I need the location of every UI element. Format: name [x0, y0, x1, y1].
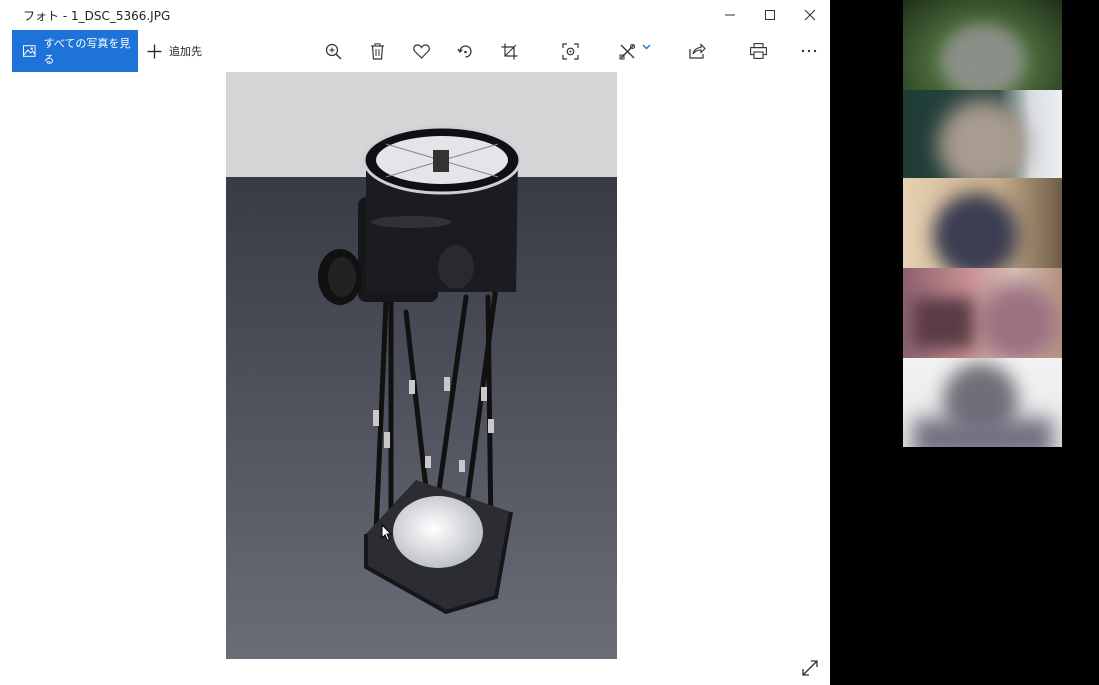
minimize-icon	[725, 14, 735, 16]
zoom-in-icon	[325, 43, 341, 59]
window-title: フォト - 1_DSC_5366.JPG	[23, 8, 171, 23]
participant-tile[interactable]	[903, 358, 1062, 447]
fullscreen-button[interactable]	[798, 656, 822, 680]
photo-viewer[interactable]	[12, 72, 830, 685]
photos-app-window: フォト - 1_DSC_5366.JPG すべての写真を見る 追加先	[0, 0, 830, 685]
close-button[interactable]	[790, 0, 830, 30]
add-to-button[interactable]: 追加先	[147, 30, 202, 72]
edit-draw-icon	[619, 43, 635, 59]
participant-tile[interactable]	[903, 0, 1062, 90]
all-photos-button[interactable]: すべての写真を見る	[12, 30, 138, 72]
print-button[interactable]	[747, 40, 769, 62]
delete-button[interactable]	[366, 40, 388, 62]
window-controls	[710, 0, 830, 30]
mouse-cursor-icon	[381, 524, 393, 542]
favorite-button[interactable]	[410, 40, 432, 62]
delete-icon	[370, 42, 384, 60]
more-icon	[801, 49, 817, 53]
share-button[interactable]	[686, 40, 708, 62]
heart-icon	[412, 43, 430, 59]
print-icon	[749, 43, 767, 59]
expand-icon	[802, 660, 818, 676]
edit-draw-button[interactable]	[619, 40, 657, 62]
photo-image[interactable]	[226, 72, 617, 659]
enhance-icon	[561, 42, 579, 60]
enhance-button[interactable]	[559, 40, 581, 62]
rotate-button[interactable]	[454, 40, 476, 62]
add-to-label: 追加先	[169, 45, 202, 58]
maximize-button[interactable]	[750, 0, 790, 30]
all-photos-label: すべての写真を見る	[43, 37, 131, 66]
chevron-down-icon	[642, 44, 651, 50]
title-bar[interactable]: フォト - 1_DSC_5366.JPG	[0, 0, 830, 30]
share-icon	[688, 43, 706, 59]
telescope-photo	[226, 72, 617, 659]
participant-tile[interactable]	[903, 90, 1062, 178]
participant-tile[interactable]	[903, 268, 1062, 358]
more-button[interactable]	[798, 40, 820, 62]
minimize-button[interactable]	[710, 0, 750, 30]
photos-icon	[23, 45, 36, 57]
video-call-participants	[903, 0, 1062, 447]
close-icon	[804, 9, 816, 21]
maximize-icon	[765, 10, 775, 20]
plus-icon	[147, 44, 162, 58]
crop-icon	[501, 43, 517, 59]
rotate-icon	[457, 44, 472, 58]
crop-button[interactable]	[498, 40, 520, 62]
participant-tile[interactable]	[903, 178, 1062, 268]
zoom-in-button[interactable]	[322, 40, 344, 62]
toolbar: すべての写真を見る 追加先	[0, 30, 830, 72]
